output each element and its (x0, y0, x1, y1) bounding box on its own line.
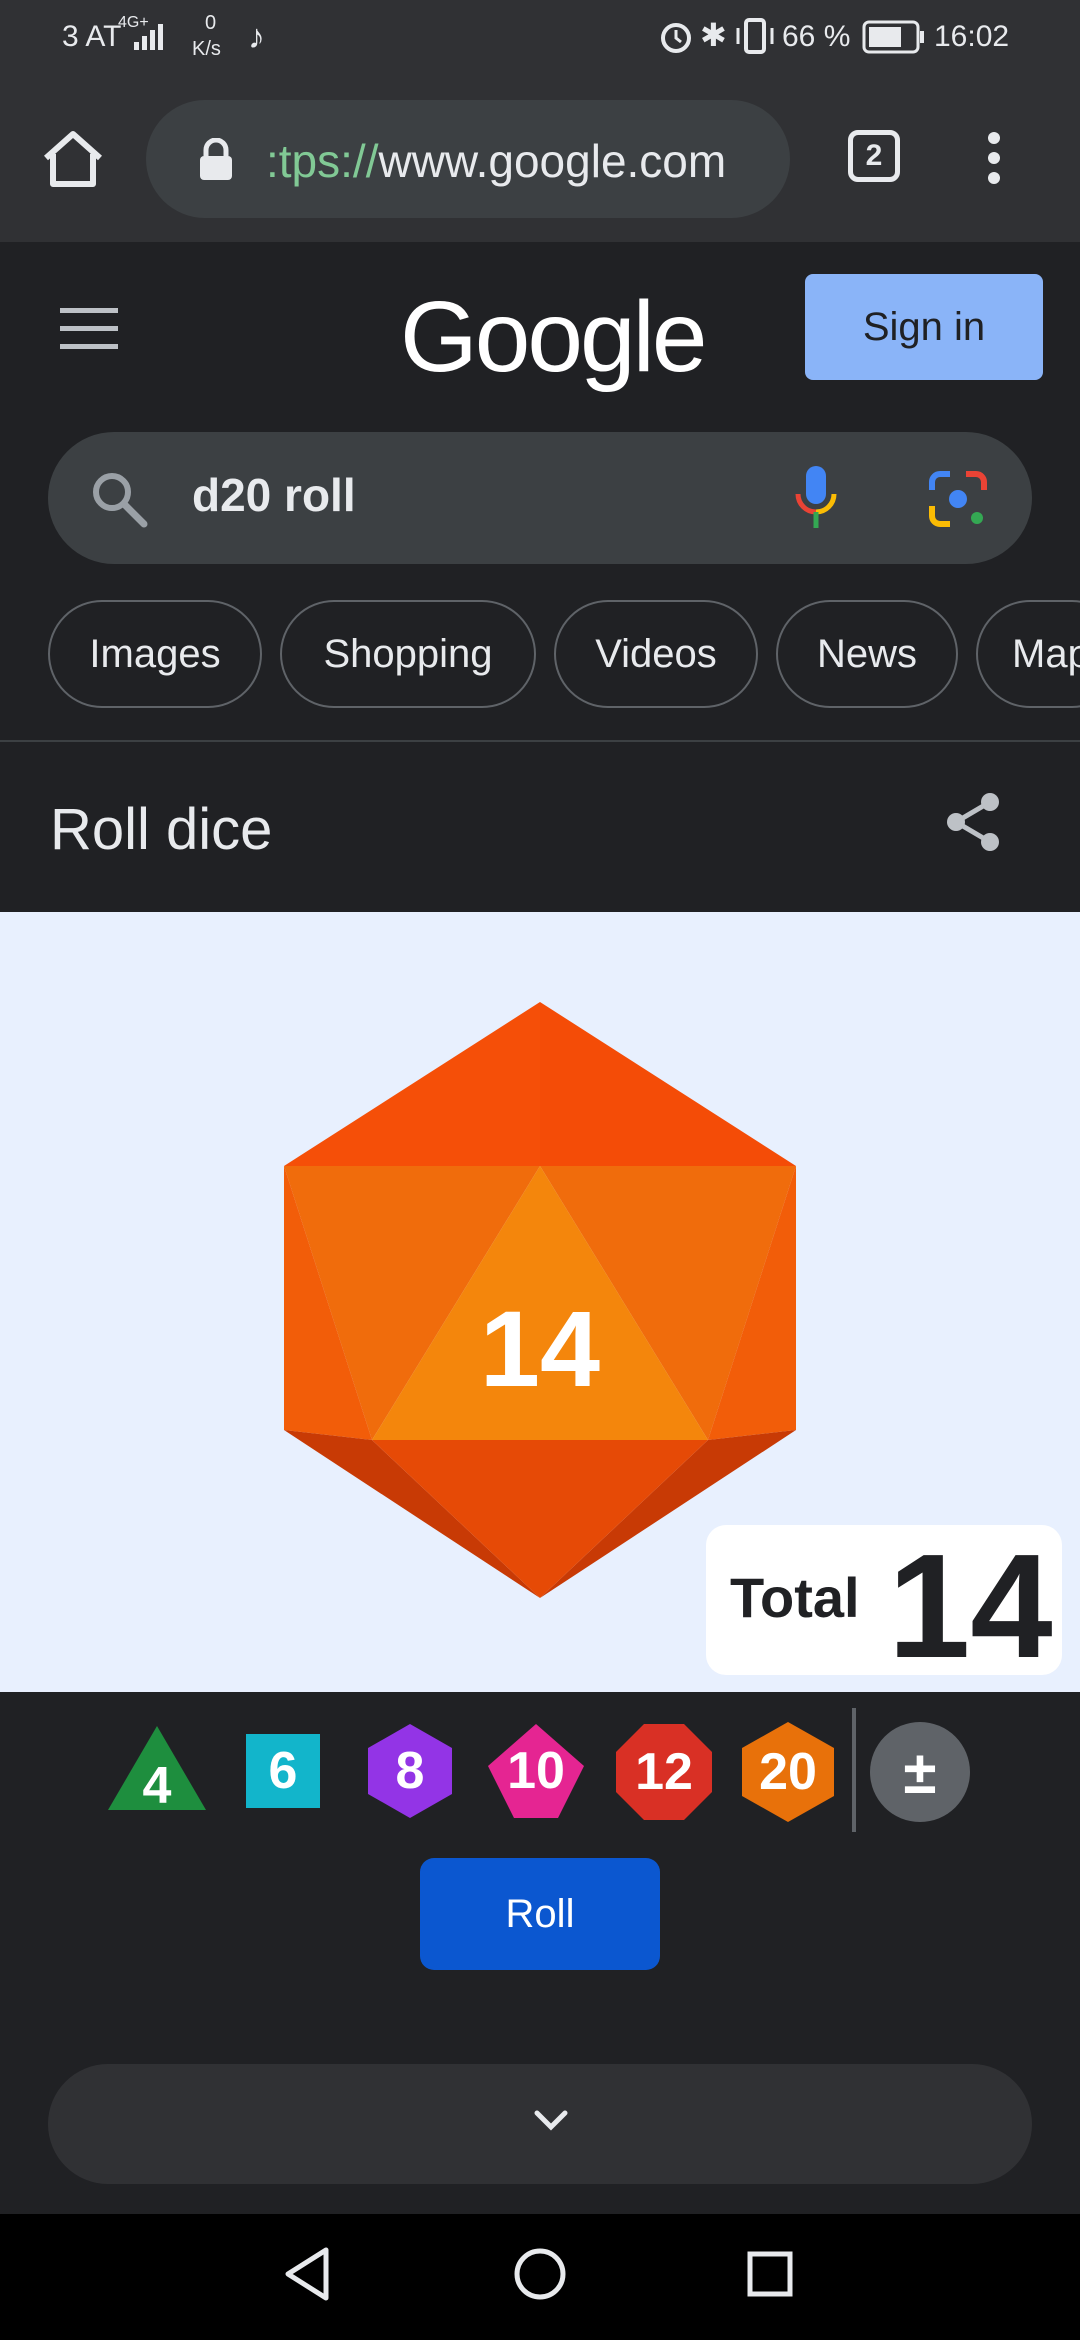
tab-count: 2 (865, 139, 883, 172)
music-note-icon: ♪ (248, 18, 265, 56)
back-nav-icon[interactable] (282, 2246, 332, 2302)
roll-button[interactable]: Roll (420, 1858, 660, 1970)
recents-nav-icon[interactable] (746, 2250, 794, 2298)
chevron-down-icon[interactable] (534, 2110, 568, 2132)
battery-percent: 66 % (782, 20, 851, 53)
roll-dice-title: Roll dice (50, 797, 273, 862)
hamburger-menu-icon[interactable] (60, 308, 118, 350)
alarm-icon (661, 23, 691, 53)
more-options-icon[interactable] (986, 130, 1002, 186)
d20-die-icon[interactable]: 14 (280, 998, 800, 1602)
clock: 16:02 (934, 20, 1010, 53)
google-lens-icon[interactable] (928, 470, 988, 528)
home-icon[interactable] (40, 128, 106, 190)
chip-maps[interactable]: Map (976, 600, 1080, 708)
home-nav-icon[interactable] (512, 2246, 568, 2302)
data-rate-unit: K/s (192, 38, 221, 60)
google-logo[interactable]: Google (400, 280, 707, 395)
carrier-label: 3 AT (62, 20, 122, 53)
d6-button[interactable]: 6 (246, 1734, 320, 1808)
d8-button[interactable]: 8 (366, 1722, 454, 1820)
divider (0, 740, 1080, 742)
url-scheme: :tps:// (266, 135, 379, 187)
url-text[interactable]: :tps://www.google.com (266, 134, 726, 188)
share-icon[interactable] (944, 790, 1002, 854)
d4-label: 4 (142, 1757, 172, 1815)
chip-news[interactable]: News (776, 600, 958, 708)
dice-separator (852, 1708, 856, 1832)
total-value: 14 (888, 1524, 1053, 1689)
d6-label: 6 (268, 1742, 298, 1800)
d20-label: 20 (759, 1743, 817, 1801)
d20-button[interactable]: 20 (740, 1720, 836, 1824)
lock-icon[interactable] (196, 138, 236, 182)
search-input[interactable]: d20 roll (192, 468, 356, 522)
battery-icon (862, 20, 924, 54)
microphone-icon[interactable] (792, 464, 840, 532)
chip-images[interactable]: Images (48, 600, 262, 708)
total-label: Total (730, 1566, 860, 1629)
d8-label: 8 (395, 1742, 425, 1800)
chip-videos[interactable]: Videos (554, 600, 758, 708)
d4-button[interactable]: 4 (106, 1724, 208, 1815)
data-rate-value: 0 (205, 12, 217, 34)
d12-button[interactable]: 12 (614, 1722, 714, 1822)
chip-shopping[interactable]: Shopping (280, 600, 536, 708)
d10-button[interactable]: 10 (484, 1722, 588, 1820)
bluetooth-icon: ✱ (700, 17, 727, 53)
url-host: www.google.com (378, 135, 727, 187)
plus-minus-icon: ± (903, 1738, 937, 1806)
d12-label: 12 (635, 1743, 693, 1801)
sign-in-button[interactable]: Sign in (805, 274, 1043, 380)
d10-label: 10 (507, 1742, 565, 1800)
signal-icon (134, 24, 163, 50)
die-result-label: 14 (480, 1288, 600, 1409)
search-icon (93, 473, 148, 528)
tab-switcher-button[interactable]: 2 (848, 130, 900, 182)
vibrate-icon (736, 18, 774, 54)
modifier-button[interactable]: ± (870, 1722, 970, 1822)
